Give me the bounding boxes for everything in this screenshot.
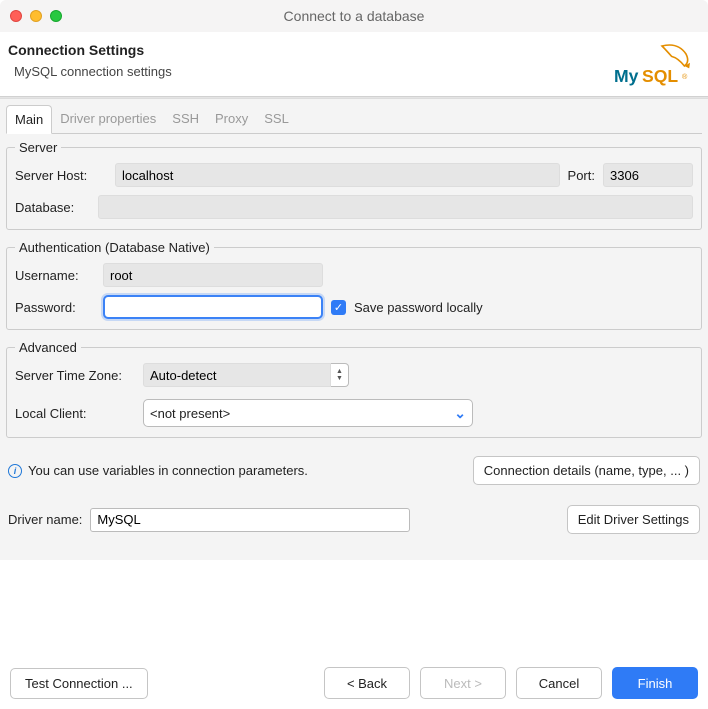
password-label: Password: — [15, 300, 95, 315]
server-host-input[interactable] — [115, 163, 560, 187]
tab-ssh[interactable]: SSH — [164, 105, 207, 133]
wizard-buttons: Test Connection ... < Back Next > Cancel… — [10, 667, 698, 699]
database-label: Database: — [15, 200, 90, 215]
tab-proxy[interactable]: Proxy — [207, 105, 256, 133]
auth-group: Authentication (Database Native) Usernam… — [6, 240, 702, 330]
titlebar: Connect to a database — [0, 0, 708, 32]
edit-driver-settings-button[interactable]: Edit Driver Settings — [567, 505, 700, 534]
advanced-legend: Advanced — [15, 340, 81, 355]
save-password-label: Save password locally — [354, 300, 483, 315]
page-subtitle: MySQL connection settings — [8, 64, 172, 79]
cancel-button[interactable]: Cancel — [516, 667, 602, 699]
server-host-label: Server Host: — [15, 168, 107, 183]
advanced-group: Advanced Server Time Zone: ▲▼ Local Clie… — [6, 340, 702, 438]
port-input[interactable] — [603, 163, 693, 187]
save-password-checkbox[interactable]: ✓ — [331, 300, 346, 315]
tab-driver-properties[interactable]: Driver properties — [52, 105, 164, 133]
timezone-select[interactable]: ▲▼ — [143, 363, 349, 387]
finish-button[interactable]: Finish — [612, 667, 698, 699]
tab-main[interactable]: Main — [6, 105, 52, 134]
localclient-label: Local Client: — [15, 406, 135, 421]
content-area: Main Driver properties SSH Proxy SSL Ser… — [0, 98, 708, 560]
stepper-icon[interactable]: ▲▼ — [331, 363, 349, 387]
localclient-select[interactable]: <not present> ⌄ — [143, 399, 473, 427]
timezone-value[interactable] — [143, 363, 331, 387]
port-label: Port: — [568, 168, 595, 183]
connection-details-button[interactable]: Connection details (name, type, ... ) — [473, 456, 700, 485]
svg-text:SQL: SQL — [642, 66, 678, 86]
timezone-label: Server Time Zone: — [15, 368, 135, 383]
next-button: Next > — [420, 667, 506, 699]
mysql-logo: My SQL ® — [614, 42, 694, 90]
tab-bar: Main Driver properties SSH Proxy SSL — [6, 105, 702, 134]
driver-name-label: Driver name: — [8, 512, 82, 527]
test-connection-button[interactable]: Test Connection ... — [10, 668, 148, 699]
variables-hint: You can use variables in connection para… — [28, 463, 308, 478]
svg-text:My: My — [614, 66, 639, 86]
database-input[interactable] — [98, 195, 693, 219]
svg-text:®: ® — [682, 72, 688, 81]
chevron-down-icon: ⌄ — [454, 405, 466, 422]
username-input[interactable] — [103, 263, 323, 287]
heading: Connection Settings MySQL connection set… — [0, 32, 708, 96]
server-group: Server Server Host: Port: Database: — [6, 140, 702, 230]
driver-name-input[interactable] — [90, 508, 410, 532]
server-legend: Server — [15, 140, 61, 155]
auth-legend: Authentication (Database Native) — [15, 240, 214, 255]
info-row: i You can use variables in connection pa… — [6, 448, 702, 499]
tab-ssl[interactable]: SSL — [256, 105, 297, 133]
back-button[interactable]: < Back — [324, 667, 410, 699]
page-title: Connection Settings — [8, 42, 172, 58]
password-input[interactable] — [103, 295, 323, 319]
info-icon: i — [8, 464, 22, 478]
window-title: Connect to a database — [0, 8, 708, 24]
localclient-value: <not present> — [150, 406, 230, 421]
username-label: Username: — [15, 268, 95, 283]
driver-row: Driver name: Edit Driver Settings — [6, 499, 702, 554]
